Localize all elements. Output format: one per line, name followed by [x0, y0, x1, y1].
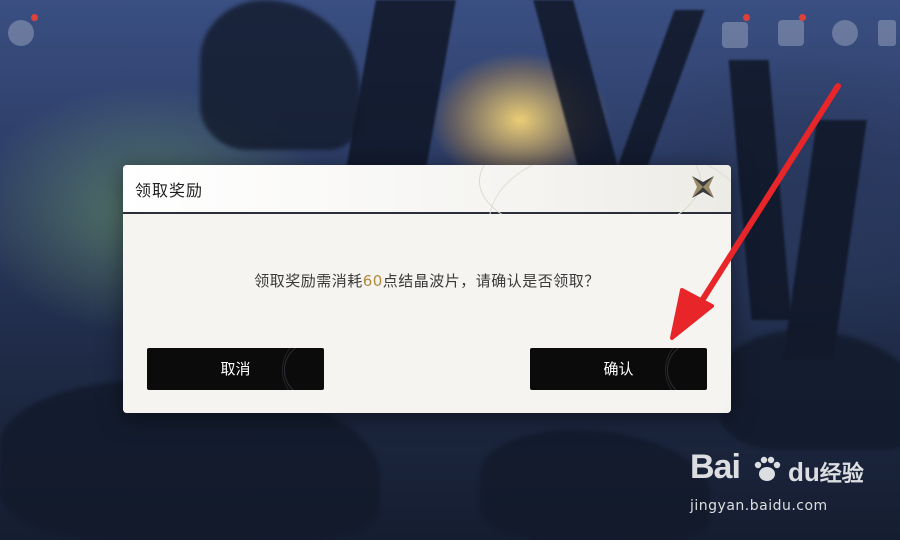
close-x-icon: [692, 176, 714, 198]
watermark-logo: Bai: [690, 448, 741, 487]
cancel-button[interactable]: 取消: [147, 348, 324, 390]
settings-icon[interactable]: [832, 20, 858, 46]
confirm-button-label: 确认: [603, 360, 634, 378]
cost-value: 60: [362, 272, 383, 290]
paw-icon: [754, 456, 781, 481]
watermark-brand-left: Bai: [690, 448, 741, 486]
cancel-button-label: 取消: [220, 360, 251, 378]
button-decoration: [282, 348, 324, 390]
claim-reward-dialog: 领取奖励 领取奖励需消耗60点结晶波片，请确认是否领取？ 取消 确认: [123, 165, 731, 413]
gear-icon[interactable]: [8, 20, 34, 46]
dialog-message: 领取奖励需消耗60点结晶波片，请确认是否领取？: [123, 270, 731, 291]
watermark-brand-right: du: [788, 457, 820, 487]
message-text: 点结晶波片，请确认是否领取？: [382, 272, 600, 290]
watermark-brand-cn-text: 经验: [819, 462, 864, 487]
watermark-url: jingyan.baidu.com: [690, 498, 828, 514]
button-decoration: [665, 348, 707, 390]
notification-dot: [799, 14, 806, 21]
quest-icon[interactable]: [778, 20, 804, 46]
notes-icon[interactable]: [878, 20, 896, 46]
baidu-watermark: Bai du经验 jingyan.baidu.com: [690, 448, 890, 528]
confirm-button[interactable]: 确认: [530, 348, 707, 390]
notification-dot: [743, 14, 750, 21]
share-icon[interactable]: [722, 22, 748, 48]
dialog-title: 领取奖励: [135, 181, 204, 200]
dialog-header: 领取奖励: [123, 165, 731, 297]
close-button[interactable]: [687, 171, 719, 203]
watermark-brand-cn: du经验: [788, 456, 864, 488]
message-text: 领取奖励需消耗: [254, 272, 363, 290]
notification-dot: [31, 14, 38, 21]
